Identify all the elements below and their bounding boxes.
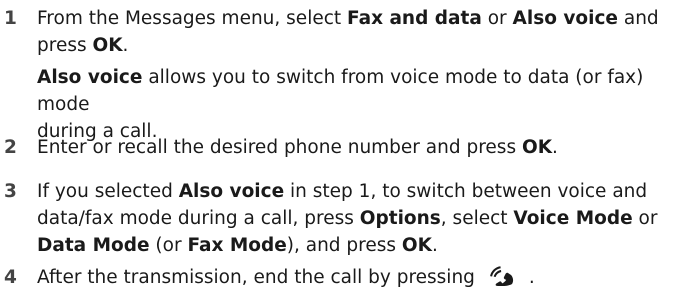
menu-option-fax-and-data: Fax and data xyxy=(347,8,482,29)
step-1-line-2: press OK. xyxy=(37,35,129,56)
key-ok: OK xyxy=(401,235,432,256)
step-number: 1 xyxy=(4,8,17,29)
step-number: 2 xyxy=(4,137,17,158)
step-4-text: After the transmission, end the call by … xyxy=(37,266,535,288)
menu-option-also-voice: Also voice xyxy=(512,8,618,29)
menu-option-data-mode: Data Mode xyxy=(37,235,150,256)
instruction-page: 1 From the Messages menu, select Fax and… xyxy=(0,0,689,301)
menu-option-fax-mode: Fax Mode xyxy=(187,235,287,256)
step-2-text: Enter or recall the desired phone number… xyxy=(37,137,558,158)
end-call-handset-icon xyxy=(489,266,515,287)
step-1-text: From the Messages menu, select Fax and d… xyxy=(37,5,677,59)
key-ok: OK xyxy=(92,35,123,56)
step-3-text: If you selected Also voice in step 1, to… xyxy=(37,178,677,259)
key-options: Options xyxy=(359,208,441,229)
step-1-note: Also voice allows you to switch from voi… xyxy=(37,64,682,145)
step-1-note-line-1: Also voice allows you to switch from voi… xyxy=(37,67,644,115)
step-1-line-1: From the Messages menu, select Fax and d… xyxy=(37,8,659,29)
step-number: 3 xyxy=(4,181,17,202)
step-3-line-1: If you selected Also voice in step 1, to… xyxy=(37,181,648,202)
end-call-handset-icon-svg xyxy=(490,266,514,287)
step-3-line-2: data/fax mode during a call, press Optio… xyxy=(37,208,658,229)
key-ok: OK xyxy=(521,137,553,158)
step-number: 4 xyxy=(4,267,17,288)
menu-option-also-voice: Also voice xyxy=(37,67,143,88)
step-3-line-3: Data Mode (or Fax Mode), and press OK. xyxy=(37,235,438,256)
menu-option-also-voice: Also voice xyxy=(178,181,285,202)
menu-option-voice-mode: Voice Mode xyxy=(513,208,633,229)
